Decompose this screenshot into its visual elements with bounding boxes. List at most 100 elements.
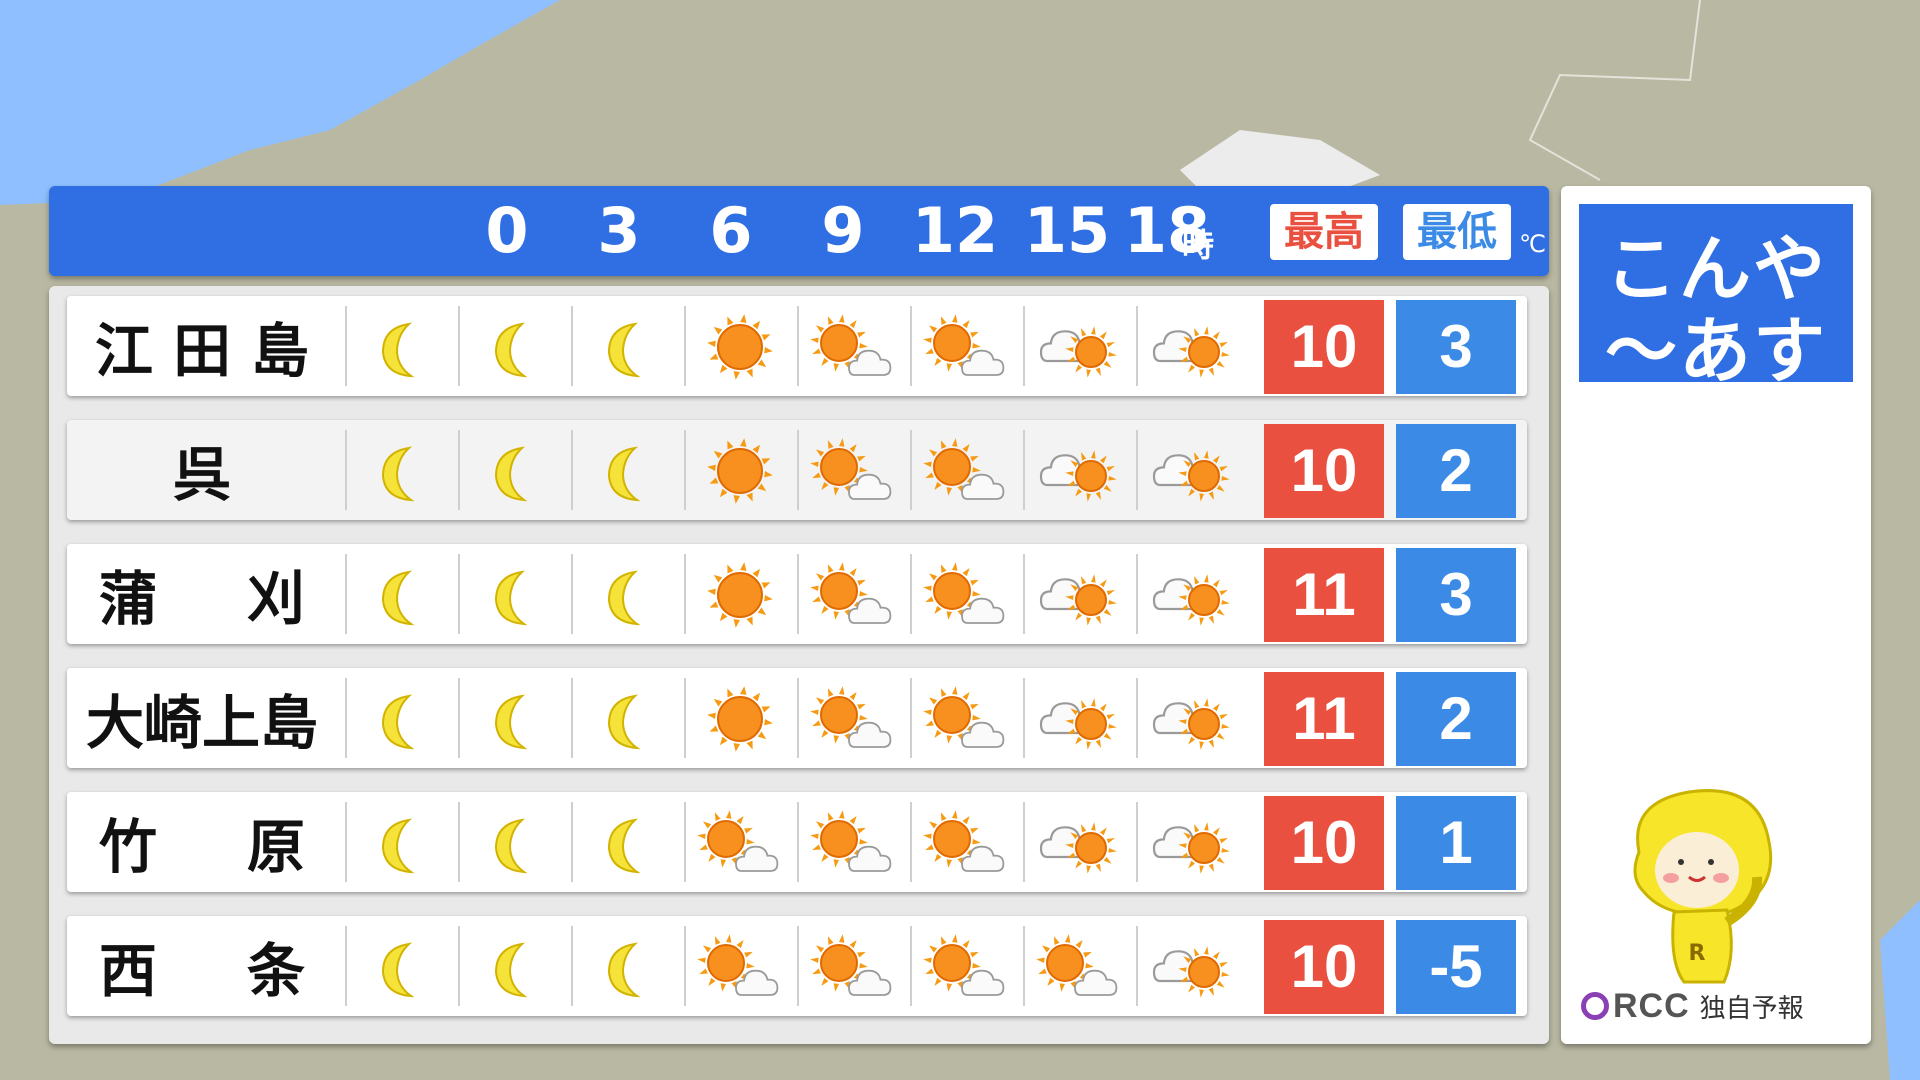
station-credit: RCC 独自予報: [1581, 986, 1861, 1026]
moon-icon: [494, 570, 528, 626]
moon-icon: [381, 694, 415, 750]
cloud-sun-icon: [1152, 946, 1230, 998]
weather-cell: [345, 306, 457, 386]
moon-icon: [494, 818, 528, 874]
weather-cell: [797, 802, 909, 882]
weather-cell: [1023, 926, 1135, 1006]
sun-cloud-icon: [810, 810, 892, 872]
weather-cell: [910, 678, 1022, 758]
forecast-row: 蒲刈 11 3: [67, 544, 1527, 644]
moon-icon: [607, 694, 641, 750]
sun-cloud-icon: [810, 438, 892, 500]
moon-icon: [607, 322, 641, 378]
weather-cell: [1023, 430, 1135, 510]
forecast-tag: 独自予報: [1699, 993, 1804, 1024]
place-name-text: 蒲: [98, 565, 157, 633]
cloud-sun-icon: [1039, 450, 1117, 502]
side-panel: こんや 〜あす R RCC 独自予報: [1561, 186, 1871, 1044]
weather-cell: [345, 678, 457, 758]
weather-cell: [684, 306, 796, 386]
place-name-text: 刈: [247, 565, 306, 633]
sun-cloud-icon: [923, 934, 1005, 996]
sun-cloud-icon: [810, 686, 892, 748]
forecast-table: 江田島 10 3 呉 10 2 蒲刈 11 3 大崎上島 11 2 竹原 10 1 西条 10 -5: [49, 286, 1549, 1044]
sun-icon: [707, 562, 773, 628]
min-temp: 3: [1396, 300, 1516, 394]
weather-cell: [1136, 554, 1248, 634]
moon-icon: [381, 818, 415, 874]
weather-cell: [797, 554, 909, 634]
sun-cloud-icon: [1036, 934, 1118, 996]
moon-icon: [494, 322, 528, 378]
weather-cell: [797, 306, 909, 386]
sun-cloud-icon: [697, 810, 779, 872]
weather-cell: [345, 554, 457, 634]
weather-cell: [458, 926, 570, 1006]
sun-cloud-icon: [923, 314, 1005, 376]
sun-cloud-icon: [923, 686, 1005, 748]
weather-cell: [1023, 306, 1135, 386]
max-temp-header: 最高: [1270, 204, 1378, 260]
cloud-sun-icon: [1152, 326, 1230, 378]
cloud-sun-icon: [1039, 574, 1117, 626]
sun-cloud-icon: [923, 810, 1005, 872]
place-name: 竹原: [67, 792, 337, 892]
moon-icon: [607, 446, 641, 502]
cloud-sun-icon: [1039, 326, 1117, 378]
place-name: 西条: [67, 916, 337, 1016]
weather-cell: [571, 306, 683, 386]
weather-cell: [1023, 678, 1135, 758]
sun-icon: [707, 314, 773, 380]
svg-text:R: R: [1689, 941, 1706, 966]
title-line-2: 〜あす: [1604, 309, 1827, 393]
forecast-row: 呉 10 2: [67, 420, 1527, 520]
weather-cell: [571, 802, 683, 882]
place-name-text: 原: [247, 813, 306, 881]
weather-cell: [684, 926, 796, 1006]
min-temp-header: 最低: [1403, 204, 1511, 260]
weather-cell: [345, 802, 457, 882]
weather-cell: [571, 554, 683, 634]
place-name-text: 江: [94, 317, 153, 385]
weather-cell: [910, 926, 1022, 1006]
cloud-sun-icon: [1152, 450, 1230, 502]
celsius-unit: ℃: [1519, 230, 1546, 258]
weather-cell: [1023, 554, 1135, 634]
place-name: 蒲刈: [67, 544, 337, 644]
min-temp: -5: [1396, 920, 1516, 1014]
station-name: RCC: [1613, 986, 1690, 1025]
place-name-text: 条: [247, 937, 306, 1005]
forecast-row: 竹原 10 1: [67, 792, 1527, 892]
hour-unit: 時: [1182, 226, 1215, 264]
cloud-sun-icon: [1039, 822, 1117, 874]
moon-icon: [607, 818, 641, 874]
forecast-row: 江田島 10 3: [67, 296, 1527, 396]
weather-cell: [684, 678, 796, 758]
weather-cell: [910, 306, 1022, 386]
weather-cell: [684, 430, 796, 510]
weather-cell: [1136, 430, 1248, 510]
weather-cell: [684, 554, 796, 634]
weather-cell: [458, 802, 570, 882]
sun-cloud-icon: [697, 934, 779, 996]
cloud-sun-icon: [1152, 698, 1230, 750]
min-temp: 1: [1396, 796, 1516, 890]
max-temp: 10: [1264, 300, 1384, 394]
max-temp: 11: [1264, 548, 1384, 642]
weather-cell: [571, 678, 683, 758]
moon-icon: [607, 942, 641, 998]
weather-cell: [910, 802, 1022, 882]
weather-cell: [1136, 306, 1248, 386]
cloud-sun-icon: [1039, 698, 1117, 750]
moon-icon: [381, 570, 415, 626]
weather-cell: [458, 678, 570, 758]
lemon-mascot-icon: R: [1633, 789, 1773, 984]
weather-cell: [345, 926, 457, 1006]
moon-icon: [381, 322, 415, 378]
place-name: 江田島: [67, 296, 337, 396]
sun-cloud-icon: [923, 562, 1005, 624]
place-name-text: 大崎上島: [85, 689, 318, 757]
moon-icon: [494, 446, 528, 502]
weather-cell: [910, 430, 1022, 510]
weather-cell: [910, 554, 1022, 634]
